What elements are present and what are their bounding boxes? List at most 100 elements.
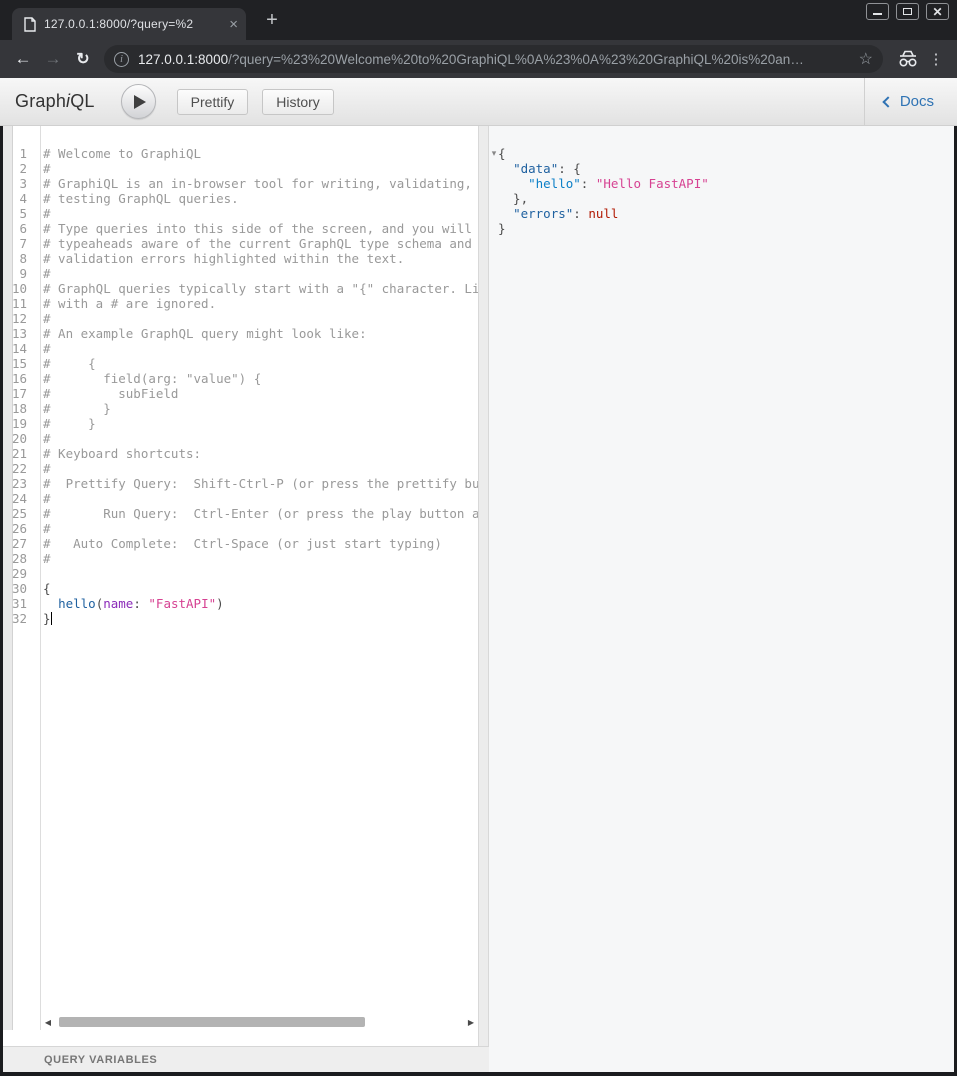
- result-pane: ▾ { "data": { "hello": "Hello FastAPI" }…: [489, 126, 954, 1072]
- minimize-button[interactable]: [866, 3, 889, 20]
- scrollbar-thumb[interactable]: [59, 1017, 365, 1027]
- editor-line[interactable]: 26#: [3, 521, 478, 536]
- graphiql-topbar: GraphiQL Prettify History Docs: [0, 78, 957, 126]
- editor-line[interactable]: 11# with a # are ignored.: [3, 296, 478, 311]
- line-number: 2: [3, 161, 34, 176]
- docs-label: Docs: [900, 93, 934, 110]
- line-number: 11: [3, 296, 34, 311]
- result-line: "errors": null: [489, 206, 954, 221]
- result-line: {: [489, 146, 954, 161]
- bookmark-star-icon[interactable]: ☆: [859, 49, 873, 69]
- editor-line[interactable]: 13# An example GraphQL query might look …: [3, 326, 478, 341]
- fold-arrow-icon[interactable]: ▾: [489, 148, 499, 159]
- editor-line[interactable]: 4# testing GraphQL queries.: [3, 191, 478, 206]
- editor-line[interactable]: 28#: [3, 551, 478, 566]
- page-favicon-icon: [24, 17, 36, 32]
- editor-line[interactable]: 25# Run Query: Ctrl-Enter (or press the …: [3, 506, 478, 521]
- line-number: 7: [3, 236, 34, 251]
- editor-line[interactable]: 31 hello(name: "FastAPI"): [3, 596, 478, 611]
- query-editor[interactable]: 1# Welcome to GraphiQL2#3# GraphiQL is a…: [3, 126, 478, 1046]
- line-number: 6: [3, 221, 34, 236]
- editor-line[interactable]: 8# validation errors highlighted within …: [3, 251, 478, 266]
- editor-line[interactable]: 2#: [3, 161, 478, 176]
- tab-bar: 127.0.0.1:8000/?query=%2 × + ✕: [0, 0, 957, 40]
- editor-line[interactable]: 5#: [3, 206, 478, 221]
- editor-line[interactable]: 23# Prettify Query: Shift-Ctrl-P (or pre…: [3, 476, 478, 491]
- reload-icon[interactable]: ↻: [68, 49, 98, 69]
- line-number: 20: [3, 431, 34, 446]
- result-line: }: [489, 221, 954, 236]
- tab-title: 127.0.0.1:8000/?query=%2: [44, 17, 223, 31]
- browser-tab[interactable]: 127.0.0.1:8000/?query=%2 ×: [12, 8, 246, 40]
- line-number: 4: [3, 191, 34, 206]
- editor-line[interactable]: 20#: [3, 431, 478, 446]
- line-number: 22: [3, 461, 34, 476]
- editor-line[interactable]: 7# typeaheads aware of the current Graph…: [3, 236, 478, 251]
- editor-line[interactable]: 12#: [3, 311, 478, 326]
- docs-button[interactable]: Docs: [864, 78, 957, 125]
- close-button[interactable]: ✕: [926, 3, 949, 20]
- prettify-button[interactable]: Prettify: [177, 89, 249, 115]
- window-controls: ✕: [866, 3, 949, 20]
- pane-divider[interactable]: [478, 126, 489, 1046]
- browser-window: 127.0.0.1:8000/?query=%2 × + ✕ ← → ↻ i 1…: [0, 0, 957, 1076]
- horizontal-scrollbar[interactable]: ◀ ▶: [41, 1014, 478, 1030]
- editor-line[interactable]: 27# Auto Complete: Ctrl-Space (or just s…: [3, 536, 478, 551]
- query-variables-bar[interactable]: QUERY VARIABLES: [3, 1046, 489, 1072]
- text-cursor: [51, 612, 52, 625]
- result-line: },: [489, 191, 954, 206]
- scrollbar-track[interactable]: [55, 1017, 464, 1027]
- scroll-left-icon[interactable]: ◀: [41, 1018, 55, 1027]
- query-variables-title: QUERY VARIABLES: [44, 1054, 157, 1066]
- editor-line[interactable]: 19# }: [3, 416, 478, 431]
- query-section: 1# Welcome to GraphiQL2#3# GraphiQL is a…: [3, 126, 489, 1072]
- line-number: 16: [3, 371, 34, 386]
- maximize-button[interactable]: [896, 3, 919, 20]
- history-button[interactable]: History: [262, 89, 334, 115]
- line-number: 31: [3, 596, 34, 611]
- result-line: "data": {: [489, 161, 954, 176]
- editor-line[interactable]: 14#: [3, 341, 478, 356]
- line-number: 8: [3, 251, 34, 266]
- line-number: 18: [3, 401, 34, 416]
- editor-line[interactable]: 17# subField: [3, 386, 478, 401]
- editor-line[interactable]: 29: [3, 566, 478, 581]
- editor-line[interactable]: 3# GraphiQL is an in-browser tool for wr…: [3, 176, 478, 191]
- line-number: 12: [3, 311, 34, 326]
- execute-query-button[interactable]: [121, 84, 156, 119]
- url-path: /?query=%23%20Welcome%20to%20GraphiQL%0A…: [228, 52, 804, 67]
- editor-line[interactable]: 30{: [3, 581, 478, 596]
- editor-line[interactable]: 24#: [3, 491, 478, 506]
- line-number: 14: [3, 341, 34, 356]
- editor-line[interactable]: 16# field(arg: "value") {: [3, 371, 478, 386]
- graphiql-logo: GraphiQL: [15, 91, 95, 112]
- editor-line[interactable]: 22#: [3, 461, 478, 476]
- editor-line[interactable]: 15# {: [3, 356, 478, 371]
- url-text: 127.0.0.1:8000/?query=%23%20Welcome%20to…: [138, 52, 851, 67]
- editor-line[interactable]: 21# Keyboard shortcuts:: [3, 446, 478, 461]
- address-bar[interactable]: i 127.0.0.1:8000/?query=%23%20Welcome%20…: [104, 45, 883, 73]
- line-number: 1: [3, 146, 34, 161]
- close-icon: ✕: [932, 6, 942, 18]
- editor-line[interactable]: 32}: [3, 611, 478, 626]
- result-lines: { "data": { "hello": "Hello FastAPI" }, …: [489, 146, 954, 236]
- editor-line[interactable]: 18# }: [3, 401, 478, 416]
- line-number: 9: [3, 266, 34, 281]
- editor-line[interactable]: 10# GraphQL queries typically start with…: [3, 281, 478, 296]
- editor-bottom-pad: [3, 1030, 478, 1046]
- line-number: 17: [3, 386, 34, 401]
- editor-line[interactable]: 1# Welcome to GraphiQL: [3, 146, 478, 161]
- editor-line[interactable]: 9#: [3, 266, 478, 281]
- forward-icon[interactable]: →: [38, 49, 68, 69]
- line-number: 10: [3, 281, 34, 296]
- back-icon[interactable]: ←: [8, 49, 38, 69]
- query-editor-lines[interactable]: 1# Welcome to GraphiQL2#3# GraphiQL is a…: [3, 126, 478, 1030]
- editor-line[interactable]: 6# Type queries into this side of the sc…: [3, 221, 478, 236]
- minimize-icon: [873, 13, 882, 15]
- tab-close-icon[interactable]: ×: [229, 17, 238, 32]
- scroll-right-icon[interactable]: ▶: [464, 1018, 478, 1027]
- site-info-icon[interactable]: i: [114, 52, 129, 67]
- line-number: 24: [3, 491, 34, 506]
- new-tab-button[interactable]: +: [260, 9, 284, 33]
- browser-menu-icon[interactable]: ⋮: [925, 50, 947, 68]
